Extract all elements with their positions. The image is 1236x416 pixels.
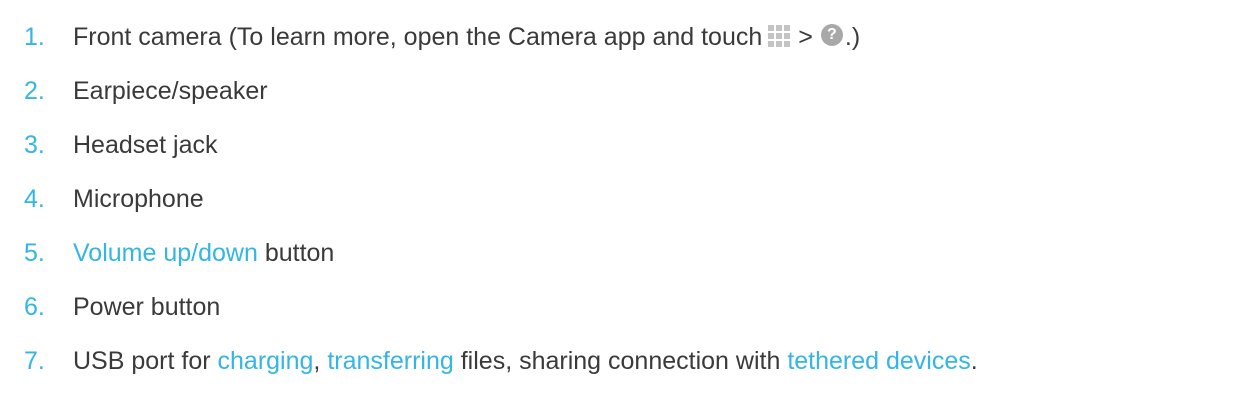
list-item-microphone: 4. Microphone bbox=[24, 172, 978, 226]
list-item-headset-jack: 3. Headset jack bbox=[24, 118, 978, 172]
comma: , bbox=[313, 347, 321, 375]
item-number: 5. bbox=[24, 239, 45, 267]
item-text: Front camera (To learn more, open the Ca… bbox=[73, 23, 763, 51]
list-item-volume: 5. Volume up/down button bbox=[24, 226, 978, 280]
item-text: Microphone bbox=[73, 185, 204, 213]
item-text-2: files, sharing connection with bbox=[460, 347, 781, 375]
item-number: 1. bbox=[24, 23, 45, 51]
list-item-usb-port: 7. USB port for charging, transferring f… bbox=[24, 334, 978, 388]
item-text: USB port for bbox=[73, 347, 211, 375]
item-number: 3. bbox=[24, 131, 45, 159]
period: . bbox=[970, 347, 978, 375]
item-number: 2. bbox=[24, 77, 45, 105]
item-text: Headset jack bbox=[73, 131, 218, 159]
tethered-devices-link[interactable]: tethered devices bbox=[787, 346, 970, 376]
item-text: Power button bbox=[73, 293, 221, 321]
list-item-earpiece: 2. Earpiece/speaker bbox=[24, 64, 978, 118]
item-number: 4. bbox=[24, 185, 45, 213]
separator: > bbox=[798, 23, 813, 51]
hardware-list: 1. Front camera (To learn more, open the… bbox=[24, 10, 978, 388]
item-number: 6. bbox=[24, 293, 45, 321]
item-text: button bbox=[264, 239, 335, 267]
apps-grid-icon bbox=[768, 25, 791, 47]
item-text: Earpiece/speaker bbox=[73, 77, 268, 105]
volume-link[interactable]: Volume up/down bbox=[73, 238, 258, 268]
item-number: 7. bbox=[24, 347, 45, 375]
list-item-front-camera: 1. Front camera (To learn more, open the… bbox=[24, 10, 978, 64]
charging-link[interactable]: charging bbox=[218, 346, 314, 376]
item-text-end: .) bbox=[844, 23, 861, 51]
transferring-link[interactable]: transferring bbox=[327, 346, 453, 376]
list-item-power: 6. Power button bbox=[24, 280, 978, 334]
help-icon: ? bbox=[820, 24, 843, 46]
